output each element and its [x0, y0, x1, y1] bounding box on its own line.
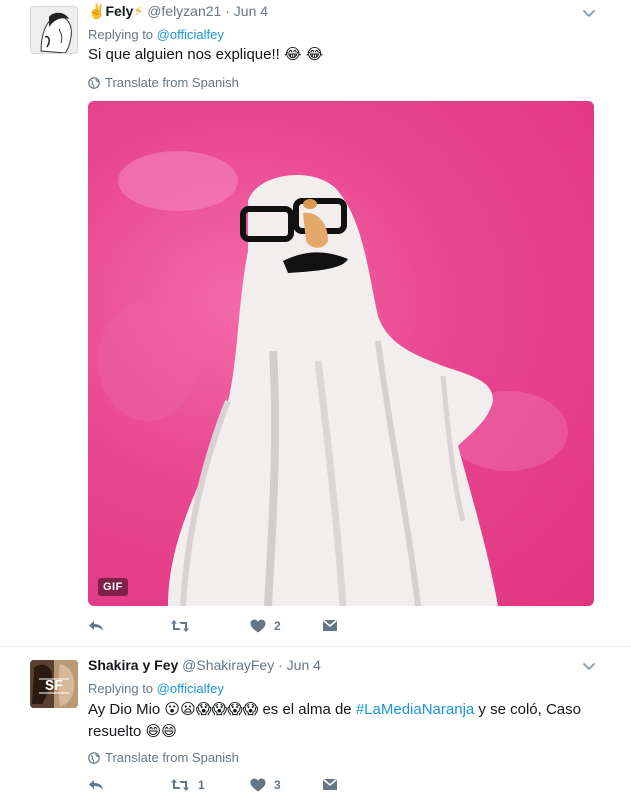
- screaming-emoji-icon: 😱: [242, 701, 259, 718]
- timestamp[interactable]: Jun 4: [234, 3, 268, 19]
- heart-icon: [250, 778, 266, 792]
- chevron-down-icon[interactable]: [582, 660, 596, 674]
- tweet-text-content: resuelto: [88, 723, 142, 740]
- reply-button[interactable]: [88, 778, 170, 792]
- like-button[interactable]: 3: [250, 778, 322, 792]
- translate-label[interactable]: Translate from Spanish: [105, 750, 239, 765]
- reply-button[interactable]: [88, 619, 170, 633]
- gif-badge: GIF: [98, 578, 128, 596]
- tweet[interactable]: ✌️Fely⚡ @felyzan21 · Jun 4 Replying to @…: [0, 0, 631, 647]
- chevron-down-icon[interactable]: [582, 7, 596, 21]
- heart-icon: [250, 619, 266, 633]
- separator: ·: [278, 657, 283, 673]
- screaming-emoji-icon: 😱: [211, 701, 227, 718]
- tweet-header: Shakira y Fey @ShakirayFey · Jun 4: [88, 657, 321, 673]
- retweet-button[interactable]: [170, 619, 250, 633]
- translate-link[interactable]: Translate from Spanish: [88, 75, 239, 90]
- like-count: 3: [274, 778, 281, 792]
- tweet-text-content: y se coló, Caso: [478, 701, 581, 718]
- like-count: 2: [274, 619, 281, 633]
- translate-label[interactable]: Translate from Spanish: [105, 75, 239, 90]
- handle[interactable]: @felyzan21: [147, 3, 221, 19]
- replying-prefix: Replying to: [88, 681, 154, 696]
- ghost-gif-image: [98, 151, 568, 606]
- tweet-actions: 2: [88, 619, 338, 633]
- tweet-header: ✌️Fely⚡ @felyzan21 · Jun 4: [88, 3, 268, 20]
- reply-icon: [89, 621, 103, 631]
- tears-of-joy-emoji-icon: 😂: [305, 46, 324, 63]
- tweet-text-content: Si que alguien nos explique!!: [88, 46, 280, 63]
- lightning-emoji-icon: ⚡: [133, 3, 144, 19]
- like-button[interactable]: 2: [250, 619, 322, 633]
- mention-link[interactable]: @officialfey: [157, 681, 224, 696]
- handle[interactable]: @ShakirayFey: [182, 657, 274, 673]
- hashtag-link[interactable]: #LaMediaNaranja: [356, 701, 474, 718]
- retweet-icon: [171, 779, 189, 791]
- replying-to: Replying to @officialfey: [88, 681, 224, 696]
- replying-to: Replying to @officialfey: [88, 27, 224, 42]
- timestamp[interactable]: Jun 4: [287, 657, 321, 673]
- avatar[interactable]: [30, 6, 78, 54]
- hand-emoji-icon: ✌️: [88, 3, 106, 19]
- direct-message-button[interactable]: [322, 619, 338, 633]
- tears-of-joy-emoji-icon: 😂: [283, 46, 302, 63]
- message-icon: [322, 619, 338, 631]
- replying-prefix: Replying to: [88, 27, 154, 42]
- reply-icon: [89, 780, 103, 790]
- display-name[interactable]: Shakira y Fey: [88, 657, 178, 673]
- message-icon: [322, 778, 338, 790]
- tweet-text-content: es el alma de: [262, 701, 352, 718]
- frowning-emoji-icon: 😦: [180, 701, 196, 718]
- retweet-icon: [171, 620, 189, 632]
- separator: ·: [225, 3, 230, 19]
- display-name[interactable]: Fely: [105, 3, 133, 19]
- avatar[interactable]: SF: [30, 660, 78, 708]
- globe-icon: [88, 76, 100, 89]
- globe-icon: [88, 751, 100, 764]
- tweet-text: Si que alguien nos explique!! 😂 😂: [88, 44, 588, 66]
- retweet-count: 1: [198, 778, 205, 792]
- screaming-emoji-icon: 😱: [226, 701, 243, 718]
- mention-link[interactable]: @officialfey: [157, 27, 224, 42]
- grinning-emoji-icon: 😄: [161, 723, 177, 740]
- astonished-emoji-icon: 😮: [164, 701, 181, 718]
- gif-media[interactable]: GIF: [88, 101, 594, 606]
- tweet-text-content: Ay Dio Mio: [88, 701, 161, 718]
- retweet-button[interactable]: 1: [170, 778, 250, 792]
- svg-text:SF: SF: [45, 678, 63, 695]
- tweet-actions: 1 3: [88, 778, 338, 792]
- tweet-text: Ay Dio Mio 😮😦😱😱😱😱 es el alma de #LaMedia…: [88, 699, 588, 743]
- grinning-emoji-icon: 😄: [145, 723, 162, 740]
- screaming-emoji-icon: 😱: [195, 701, 212, 718]
- direct-message-button[interactable]: [322, 778, 338, 792]
- translate-link[interactable]: Translate from Spanish: [88, 750, 239, 765]
